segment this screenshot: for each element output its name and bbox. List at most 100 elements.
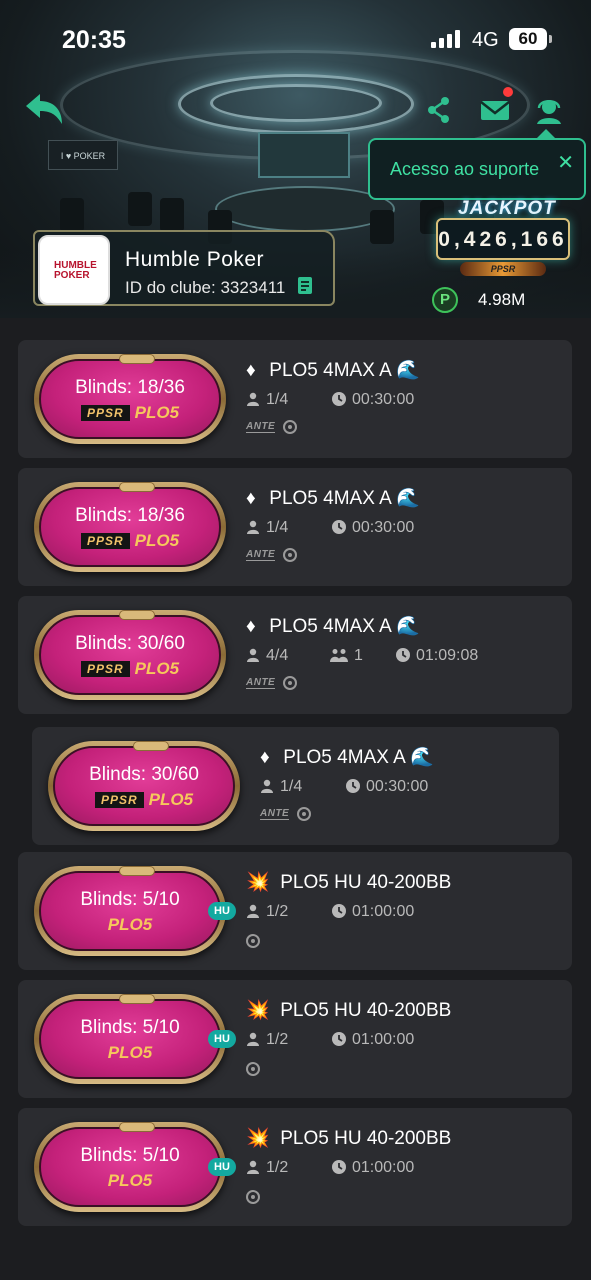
blinds-chip-face: Blinds: 30/60 PPSR PLO5 (39, 610, 221, 695)
clock-icon (332, 1032, 346, 1046)
balance-value: 4.98M (478, 290, 526, 309)
diamond-icon: ♦ (246, 616, 256, 637)
player-icon (247, 648, 259, 662)
table-card[interactable]: Blinds: 5/10 PLO5 HU 💥 PLO5 HU 40-200BB 1/2 0… (18, 1108, 572, 1226)
ante-icon: ANTE (246, 421, 276, 433)
game-type: PLO5 (134, 531, 180, 550)
table-card[interactable]: Blinds: 5/10 PLO5 HU 💥 PLO5 HU 40-200BB 1/2 0… (18, 980, 572, 1098)
chip-ornament (133, 741, 169, 751)
player-count-value: 1/2 (266, 903, 289, 920)
club-logo-line2: POKER (54, 270, 90, 281)
blinds-label: Blinds: 30/60 (75, 633, 185, 654)
club-info-card: HUMBLE POKER Humble Poker ID do clube: 3… (33, 230, 335, 306)
table-name-row: ♦ PLO5 4MAX A 🌊 (246, 614, 420, 638)
player-icon (247, 520, 259, 534)
balance: P 4.98M (432, 287, 525, 313)
table-timer-value: 00:30:00 (366, 778, 429, 795)
table-name: PLO5 HU 40-200BB (280, 872, 452, 893)
jackpot-display[interactable]: JACKPOT 0,426,166 PPSR (432, 196, 574, 280)
table-timer-value: 00:30:00 (352, 391, 415, 408)
blinds-chip: Blinds: 5/10 PLO5 (34, 1122, 226, 1212)
back-arrow-icon[interactable] (22, 92, 66, 132)
status-bar: 20:35 4G 60 (0, 0, 591, 80)
wall-screen (258, 132, 350, 178)
wave-icon: 🌊 (410, 747, 434, 768)
wave-icon: 🌊 (396, 360, 420, 381)
blinds-label: Blinds: 5/10 (80, 889, 180, 910)
heads-up-badge: HU (208, 1030, 236, 1048)
chip-tags: PPSR PLO5 (41, 403, 219, 423)
table-feature-icons: ANTE (260, 807, 312, 821)
chip-ornament (119, 994, 155, 1004)
ppsr-tag: PPSR (80, 533, 130, 549)
table-name-row: 💥 PLO5 HU 40-200BB (246, 870, 451, 894)
close-icon[interactable]: ✕ (557, 150, 574, 175)
battery-icon: 60 (509, 28, 552, 50)
chip-tags: PPSR PLO5 (41, 531, 219, 551)
chip-ornament (119, 610, 155, 620)
table-feature-icons (246, 934, 260, 948)
player-count: 4/4 (246, 647, 288, 665)
ppsr-tag: PPSR (80, 661, 130, 677)
table-card[interactable]: Blinds: 5/10 PLO5 HU 💥 PLO5 HU 40-200BB 1/2 0… (18, 852, 572, 970)
ante-icon: ANTE (260, 808, 290, 820)
insurance-icon (283, 420, 298, 434)
table-name-row: 💥 PLO5 HU 40-200BB (246, 1126, 451, 1150)
chip-ornament (119, 482, 155, 492)
support-agent-icon[interactable] (533, 94, 565, 126)
burst-icon: 💥 (246, 1000, 270, 1021)
club-logo[interactable]: HUMBLE POKER (38, 235, 110, 305)
table-card[interactable]: Blinds: 18/36 PPSR PLO5 ♦ PLO5 4MAX A 🌊 1/4 0… (18, 340, 572, 458)
signal-icon (431, 30, 460, 48)
waiting-list-icon (330, 649, 348, 662)
player-count-value: 1/4 (280, 778, 303, 795)
table-card[interactable]: Blinds: 18/36 PPSR PLO5 ♦ PLO5 4MAX A 🌊 1/4 0… (18, 468, 572, 586)
chip-tags: PLO5 (41, 915, 219, 935)
club-id: ID do clube: 3323411 (125, 278, 286, 297)
blinds-chip-face: Blinds: 30/60 PPSR PLO5 (53, 741, 235, 826)
blinds-label: Blinds: 18/36 (75, 377, 185, 398)
wall-sign: I ♥ POKER (48, 140, 118, 170)
diamond-icon: ♦ (260, 747, 270, 768)
blinds-label: Blinds: 5/10 (80, 1145, 180, 1166)
jackpot-title: JACKPOT (458, 198, 556, 219)
blinds-chip: Blinds: 5/10 PLO5 (34, 866, 226, 956)
table-timer: 01:00:00 (332, 903, 414, 921)
table-feature-icons (246, 1190, 260, 1204)
table-name: PLO5 4MAX A (269, 488, 391, 509)
table-list: Blinds: 18/36 PPSR PLO5 ♦ PLO5 4MAX A 🌊 1/4 0… (0, 318, 591, 1280)
chip-ornament (119, 866, 155, 876)
share-icon[interactable] (423, 94, 455, 126)
ppsr-tag: PPSR (94, 792, 144, 808)
player-count-value: 1/4 (266, 519, 289, 536)
player-icon (247, 904, 259, 918)
table-name-row: 💥 PLO5 HU 40-200BB (246, 998, 451, 1022)
player-count-value: 1/4 (266, 391, 289, 408)
clock-icon (332, 520, 346, 534)
table-card[interactable]: Blinds: 30/60 PPSR PLO5 ♦ PLO5 4MAX A 🌊 1/4 0… (32, 727, 559, 845)
player-icon (247, 392, 259, 406)
table-timer-value: 01:00:00 (352, 903, 415, 920)
blinds-chip: Blinds: 18/36 PPSR PLO5 (34, 354, 226, 444)
wave-icon: 🌊 (396, 488, 420, 509)
player-count: 1/4 (260, 778, 302, 796)
blinds-chip: Blinds: 5/10 PLO5 (34, 994, 226, 1084)
burst-icon: 💥 (246, 1128, 270, 1149)
table-card[interactable]: Blinds: 30/60 PPSR PLO5 ♦ PLO5 4MAX A 🌊 4/4 1… (18, 596, 572, 714)
table-timer-value: 01:09:08 (416, 647, 479, 664)
blinds-chip-face: Blinds: 5/10 PLO5 (39, 1122, 221, 1207)
insurance-icon (246, 1062, 260, 1076)
ante-icon: ANTE (246, 549, 276, 561)
notification-dot (503, 87, 513, 97)
burst-icon: 💥 (246, 872, 270, 893)
jackpot-value: 0,426,166 (438, 228, 568, 251)
support-tooltip-text: Acesso ao suporte (390, 159, 540, 179)
player-count-value: 4/4 (266, 647, 289, 664)
player-count: 1/4 (246, 519, 288, 537)
mail-icon[interactable] (478, 94, 512, 126)
waiting-count: 1 (330, 647, 363, 665)
blinds-chip-face: Blinds: 5/10 PLO5 (39, 994, 221, 1079)
table-timer-value: 01:00:00 (352, 1159, 415, 1176)
copy-icon[interactable] (297, 276, 315, 296)
game-type: PLO5 (134, 659, 180, 678)
